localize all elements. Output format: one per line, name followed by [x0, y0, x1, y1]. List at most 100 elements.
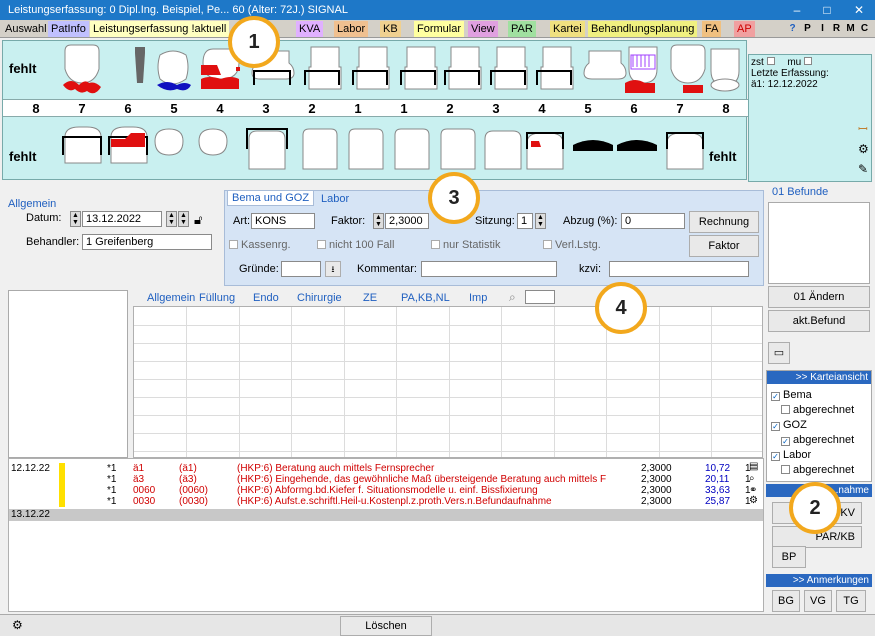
vg-button[interactable]: VG: [804, 590, 832, 612]
allgemein-panel: Allgemein Datum: ▲ ▼ 13.12.2022 ▲ ▼ ▲ ▼ 🔓︎ …: [6, 196, 220, 286]
tab-labor-sub[interactable]: Labor: [321, 193, 349, 205]
table-row[interactable]: *1 ä3 (ä3) (HKP:6) Eingehende, das gewöh…: [9, 474, 765, 485]
karteiansicht-toolbar: ▭: [766, 338, 872, 370]
lower-teeth[interactable]: [3, 119, 748, 179]
search-icon[interactable]: ⌕: [509, 290, 516, 305]
treater-select[interactable]: 1 Greifenberg: [82, 234, 212, 250]
service-tab-chirurgie[interactable]: Chirurgie: [297, 292, 342, 304]
tab-icon-i[interactable]: I: [816, 22, 829, 36]
tab-kb[interactable]: KB: [380, 21, 401, 37]
upper-teeth[interactable]: [3, 41, 748, 99]
tooth-tool-icon[interactable]: ꟷ: [858, 120, 868, 137]
tooth-number: 6: [124, 101, 132, 116]
service-grid[interactable]: [133, 306, 763, 458]
kzvi-field[interactable]: [609, 261, 749, 277]
befunde-box[interactable]: [768, 202, 870, 284]
tab-patinfo[interactable]: PatInfo: [48, 21, 89, 37]
gruende-field[interactable]: [281, 261, 321, 277]
tab-icon-c[interactable]: C: [858, 22, 871, 36]
tab-icon-m[interactable]: M: [844, 22, 857, 36]
last-entry-value: ä1: 12.12.2022: [751, 79, 818, 90]
tab-ap[interactable]: AP: [734, 21, 755, 37]
tab-labor[interactable]: Labor: [334, 21, 369, 37]
nur-statistik-checkbox[interactable]: nur Statistik: [431, 239, 500, 251]
close-button[interactable]: ✕: [845, 0, 873, 20]
date-field[interactable]: 13.12.2022: [82, 211, 162, 227]
karte-bema-checkbox[interactable]: ✓ Bema: [771, 389, 812, 401]
nicht100-checkbox[interactable]: nicht 100 Fall: [317, 239, 394, 251]
title-bar: Leistungserfassung: 0 Dipl.Ing. Beispiel…: [0, 0, 875, 20]
faktor-field[interactable]: 2,3000: [385, 213, 429, 229]
tab-behandlungsplanung[interactable]: Behandlungsplanung: [588, 21, 698, 37]
table-row[interactable]: *1 0060 (0060) (HKP:6) Abformg.bd.Kiefer…: [9, 485, 765, 496]
date-spinner[interactable]: ▲ ▼: [70, 211, 81, 227]
faktor-button[interactable]: Faktor: [689, 235, 759, 257]
treater-label: Behandler:: [26, 236, 80, 248]
bg-button[interactable]: BG: [772, 590, 800, 612]
tab-auswahl[interactable]: Auswahl: [2, 21, 50, 37]
pen-icon[interactable]: ✎: [858, 162, 868, 176]
gruende-dropdown-button[interactable]: ⭳: [325, 261, 341, 277]
service-tab-fuellung[interactable]: Füllung: [199, 292, 235, 304]
table-row[interactable]: *1 0030 (0030) (HKP:6) Aufst.e.schriftl.…: [9, 496, 765, 507]
karte-labor-checkbox[interactable]: ✓ Labor: [771, 449, 811, 461]
tab-fa[interactable]: FA: [702, 21, 722, 37]
date-spinner-2[interactable]: ▲ ▼: [166, 211, 177, 227]
help-icon[interactable]: ?: [786, 22, 799, 36]
akt-befund-button[interactable]: akt.Befund: [768, 310, 870, 332]
table-row[interactable]: 12.12.22 *1 ä1 (ä1) (HKP:6) Beratung auc…: [9, 463, 765, 474]
kommentar-field[interactable]: [421, 261, 557, 277]
mu-checkbox[interactable]: [804, 57, 813, 65]
document-icon[interactable]: ▤: [749, 461, 758, 472]
settings-icon[interactable]: ⚙: [749, 495, 758, 506]
karte-goz-checkbox[interactable]: ✓ GOZ: [771, 419, 807, 431]
service-search-field[interactable]: [525, 290, 555, 304]
tab-leistungserfassung[interactable]: Leistungserfassung !aktuell: [90, 21, 230, 37]
entries-list[interactable]: 12.12.22 *1 ä1 (ä1) (HKP:6) Beratung auc…: [8, 458, 764, 612]
karte-labor-abgerechnet-checkbox[interactable]: abgerechnet: [781, 464, 854, 476]
verl-lstg-checkbox[interactable]: Verl.Lstg.: [543, 239, 601, 251]
karte-bema-abgerechnet-checkbox[interactable]: abgerechnet: [781, 404, 854, 416]
left-list-box[interactable]: [8, 290, 128, 458]
service-tab-allgemein[interactable]: Allgemein: [147, 292, 195, 304]
tooth-number: 4: [216, 101, 224, 116]
service-tab-imp[interactable]: Imp: [469, 292, 487, 304]
kassenrg-checkbox[interactable]: Kassenrg.: [229, 239, 291, 251]
bp-button[interactable]: BP: [772, 546, 806, 568]
gruende-label: Gründe:: [239, 263, 279, 275]
sitzung-spinner[interactable]: ▲ ▼: [535, 213, 546, 229]
faktor-label: Faktor:: [331, 215, 366, 227]
service-tab-pa-kb-nl[interactable]: PA,KB,NL: [401, 292, 450, 304]
tab-icon-p[interactable]: P: [801, 22, 814, 36]
tab-par[interactable]: PAR: [508, 21, 536, 37]
art-select[interactable]: KONS: [251, 213, 315, 229]
abzug-field[interactable]: 0: [621, 213, 685, 229]
search-detail-icon[interactable]: ⌕: [749, 473, 755, 484]
faktor-spinner[interactable]: ▲ ▼: [373, 213, 384, 229]
dental-chart[interactable]: fehlt fehlt fehlt 8 7 6 5 4 3 2 1 1 2 3 …: [2, 40, 748, 180]
minimize-button[interactable]: ‒: [783, 0, 811, 20]
window-icon[interactable]: ▭: [768, 342, 790, 364]
karte-goz-abgerechnet-checkbox[interactable]: ✓ abgerechnet: [781, 434, 854, 446]
footer-gear-icon[interactable]: ⚙: [12, 618, 23, 632]
tab-bema-goz[interactable]: Bema und GOZ: [227, 190, 315, 206]
tab-formular[interactable]: Formular: [414, 21, 465, 37]
tab-icon-r[interactable]: R: [830, 22, 843, 36]
tooth-number: 6: [630, 101, 638, 116]
service-tab-endo[interactable]: Endo: [253, 292, 279, 304]
tab-kva[interactable]: KVA: [296, 21, 324, 37]
service-tab-ze[interactable]: ZE: [363, 292, 377, 304]
lock-icon[interactable]: 🔓︎: [194, 212, 202, 228]
tab-kartei[interactable]: Kartei: [550, 21, 585, 37]
rechnung-button[interactable]: Rechnung: [689, 211, 759, 233]
tg-button[interactable]: TG: [836, 590, 866, 612]
befund-aendern-button[interactable]: 01 Ändern: [768, 286, 870, 308]
date-spinner-3[interactable]: ▲ ▼: [178, 211, 189, 227]
gear-icon[interactable]: ⚙: [858, 142, 869, 156]
maximize-button[interactable]: □: [813, 0, 841, 20]
sitzung-field[interactable]: 1: [517, 213, 533, 229]
mu-label: mu: [787, 57, 802, 68]
tab-view[interactable]: View: [468, 21, 498, 37]
loeschen-button[interactable]: Löschen: [340, 616, 432, 636]
zst-checkbox[interactable]: [766, 57, 775, 65]
